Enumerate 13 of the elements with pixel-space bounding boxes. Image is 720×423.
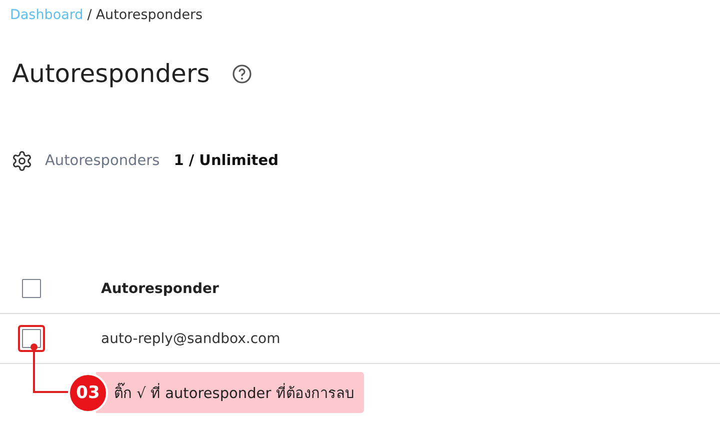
table-cell: auto-reply@sandbox.com [101,330,280,346]
quota-label: Autoresponders [45,153,160,169]
column-header: Autoresponder [101,280,219,296]
page-title: Autoresponders [12,59,210,88]
step-badge: 03 [68,372,108,412]
help-icon[interactable] [232,64,252,84]
select-all-checkbox[interactable] [22,279,41,298]
breadcrumb-link[interactable]: Dashboard [10,7,84,23]
quota-value: 1 / Unlimited [174,153,278,169]
breadcrumb-separator: / [87,7,92,23]
row-checkbox[interactable] [22,329,41,348]
settings-icon [11,150,33,172]
breadcrumb-current: Autoresponders [96,7,203,23]
